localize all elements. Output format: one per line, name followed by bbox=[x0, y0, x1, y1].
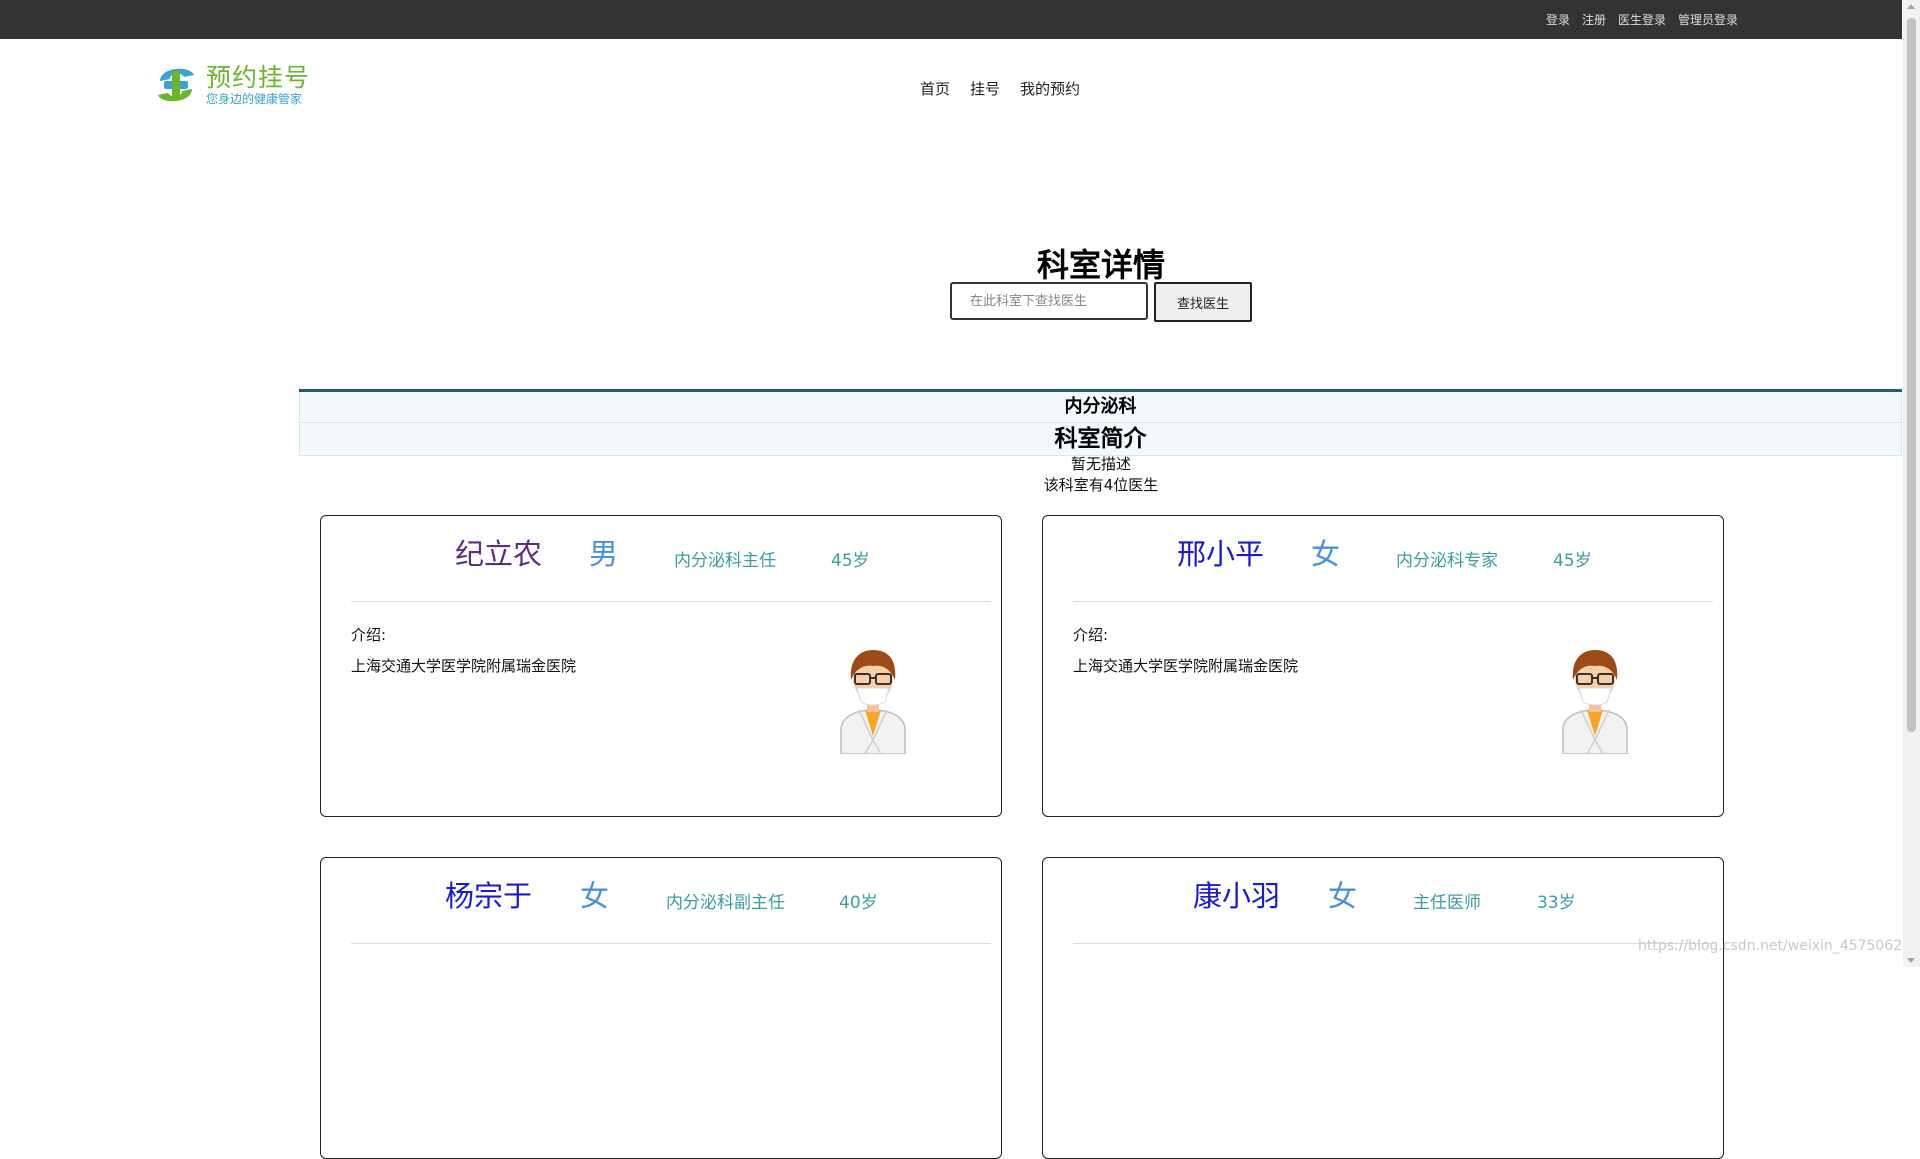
scroll-down-icon[interactable] bbox=[1907, 958, 1915, 963]
scrollbar-thumb[interactable] bbox=[1907, 18, 1916, 732]
logo-text: 预约挂号 您身边的健康管家 bbox=[206, 62, 311, 107]
watermark: https://blog.csdn.net/weixin_45750628 bbox=[1638, 938, 1912, 954]
nav-my-appointments[interactable]: 我的预约 bbox=[1020, 78, 1080, 99]
doctor-sex: 女 bbox=[580, 879, 610, 913]
search-button[interactable]: 查找医生 bbox=[1154, 282, 1252, 322]
doctor-sex: 男 bbox=[589, 537, 619, 571]
logo-subtitle: 您身边的健康管家 bbox=[206, 91, 303, 106]
card-divider bbox=[351, 943, 991, 944]
doctor-search: 查找医生 bbox=[950, 282, 1252, 322]
doctor-name[interactable]: 邢小平 bbox=[1177, 534, 1264, 574]
doctor-avatar-icon bbox=[1562, 650, 1628, 754]
doctor-name[interactable]: 纪立农 bbox=[455, 534, 542, 574]
top-bar: 登录 注册 医生登录 管理员登录 bbox=[0, 0, 1902, 39]
main-nav: 首页 挂号 我的预约 bbox=[920, 78, 1080, 99]
doctor-age: 45岁 bbox=[1553, 551, 1592, 571]
card-divider bbox=[1073, 943, 1713, 944]
doctor-age: 40岁 bbox=[839, 893, 878, 913]
intro-label: 介绍: bbox=[1073, 626, 1109, 644]
admin-login-link[interactable]: 管理员登录 bbox=[1678, 11, 1738, 28]
doctor-intro: 上海交通大学医学院附属瑞金医院 bbox=[351, 657, 577, 675]
scroll-up-icon[interactable] bbox=[1907, 4, 1915, 9]
doctor-avatar-icon bbox=[840, 650, 906, 754]
doctor-intro: 上海交通大学医学院附属瑞金医院 bbox=[1073, 657, 1299, 675]
doctor-card-header: 纪立农 男 内分泌科主任 45岁 bbox=[321, 516, 1001, 596]
doctor-age: 45岁 bbox=[831, 551, 870, 571]
department-description: 暂无描述 bbox=[1070, 455, 1131, 473]
register-link[interactable]: 注册 bbox=[1582, 11, 1606, 28]
department-name: 内分泌科 bbox=[299, 392, 1902, 423]
logo-title: 预约挂号 bbox=[206, 62, 311, 92]
intro-label: 介绍: bbox=[351, 626, 387, 644]
doctor-card[interactable]: 康小羽 女 主任医师 33岁 bbox=[1042, 857, 1724, 1159]
page-scrollbar[interactable] bbox=[1903, 0, 1920, 967]
account-links: 登录 注册 医生登录 管理员登录 bbox=[1546, 0, 1738, 39]
doctor-title: 内分泌科副主任 bbox=[666, 893, 785, 913]
doctor-name[interactable]: 康小羽 bbox=[1193, 876, 1280, 916]
doctor-count: 该科室有4位医生 bbox=[1043, 476, 1159, 494]
doctor-login-link[interactable]: 医生登录 bbox=[1618, 11, 1666, 28]
doctor-age: 33岁 bbox=[1537, 893, 1576, 913]
doctor-card-header: 杨宗于 女 内分泌科副主任 40岁 bbox=[321, 858, 1001, 938]
logo-icon bbox=[152, 61, 200, 109]
nav-register[interactable]: 挂号 bbox=[970, 78, 1000, 99]
card-divider bbox=[1073, 601, 1713, 602]
doctor-title: 内分泌科专家 bbox=[1396, 551, 1498, 571]
department-intro-heading: 科室简介 bbox=[299, 423, 1902, 456]
page-title: 科室详情 bbox=[1036, 246, 1165, 284]
site-logo[interactable]: 预约挂号 您身边的健康管家 bbox=[150, 59, 325, 111]
doctor-card-header: 康小羽 女 主任医师 33岁 bbox=[1043, 858, 1723, 938]
search-input[interactable] bbox=[950, 282, 1148, 320]
doctor-card[interactable]: 纪立农 男 内分泌科主任 45岁 介绍: 上海交通大学医学院附属瑞金医院 bbox=[320, 515, 1002, 817]
doctor-card[interactable]: 杨宗于 女 内分泌科副主任 40岁 bbox=[320, 857, 1002, 1159]
login-link[interactable]: 登录 bbox=[1546, 11, 1570, 28]
card-divider bbox=[351, 601, 991, 602]
doctor-title: 内分泌科主任 bbox=[674, 551, 776, 571]
department-description-block: 暂无描述 该科室有4位医生 bbox=[0, 454, 1920, 496]
nav-home[interactable]: 首页 bbox=[920, 78, 950, 99]
doctor-sex: 女 bbox=[1328, 879, 1358, 913]
doctor-sex: 女 bbox=[1311, 537, 1341, 571]
doctor-title: 主任医师 bbox=[1413, 893, 1481, 913]
doctor-name[interactable]: 杨宗于 bbox=[445, 876, 532, 916]
doctor-card-header: 邢小平 女 内分泌科专家 45岁 bbox=[1043, 516, 1723, 596]
doctor-card[interactable]: 邢小平 女 内分泌科专家 45岁 介绍: 上海交通大学医学院附属瑞金医院 bbox=[1042, 515, 1724, 817]
department-table: 内分泌科 科室简介 bbox=[299, 389, 1902, 456]
